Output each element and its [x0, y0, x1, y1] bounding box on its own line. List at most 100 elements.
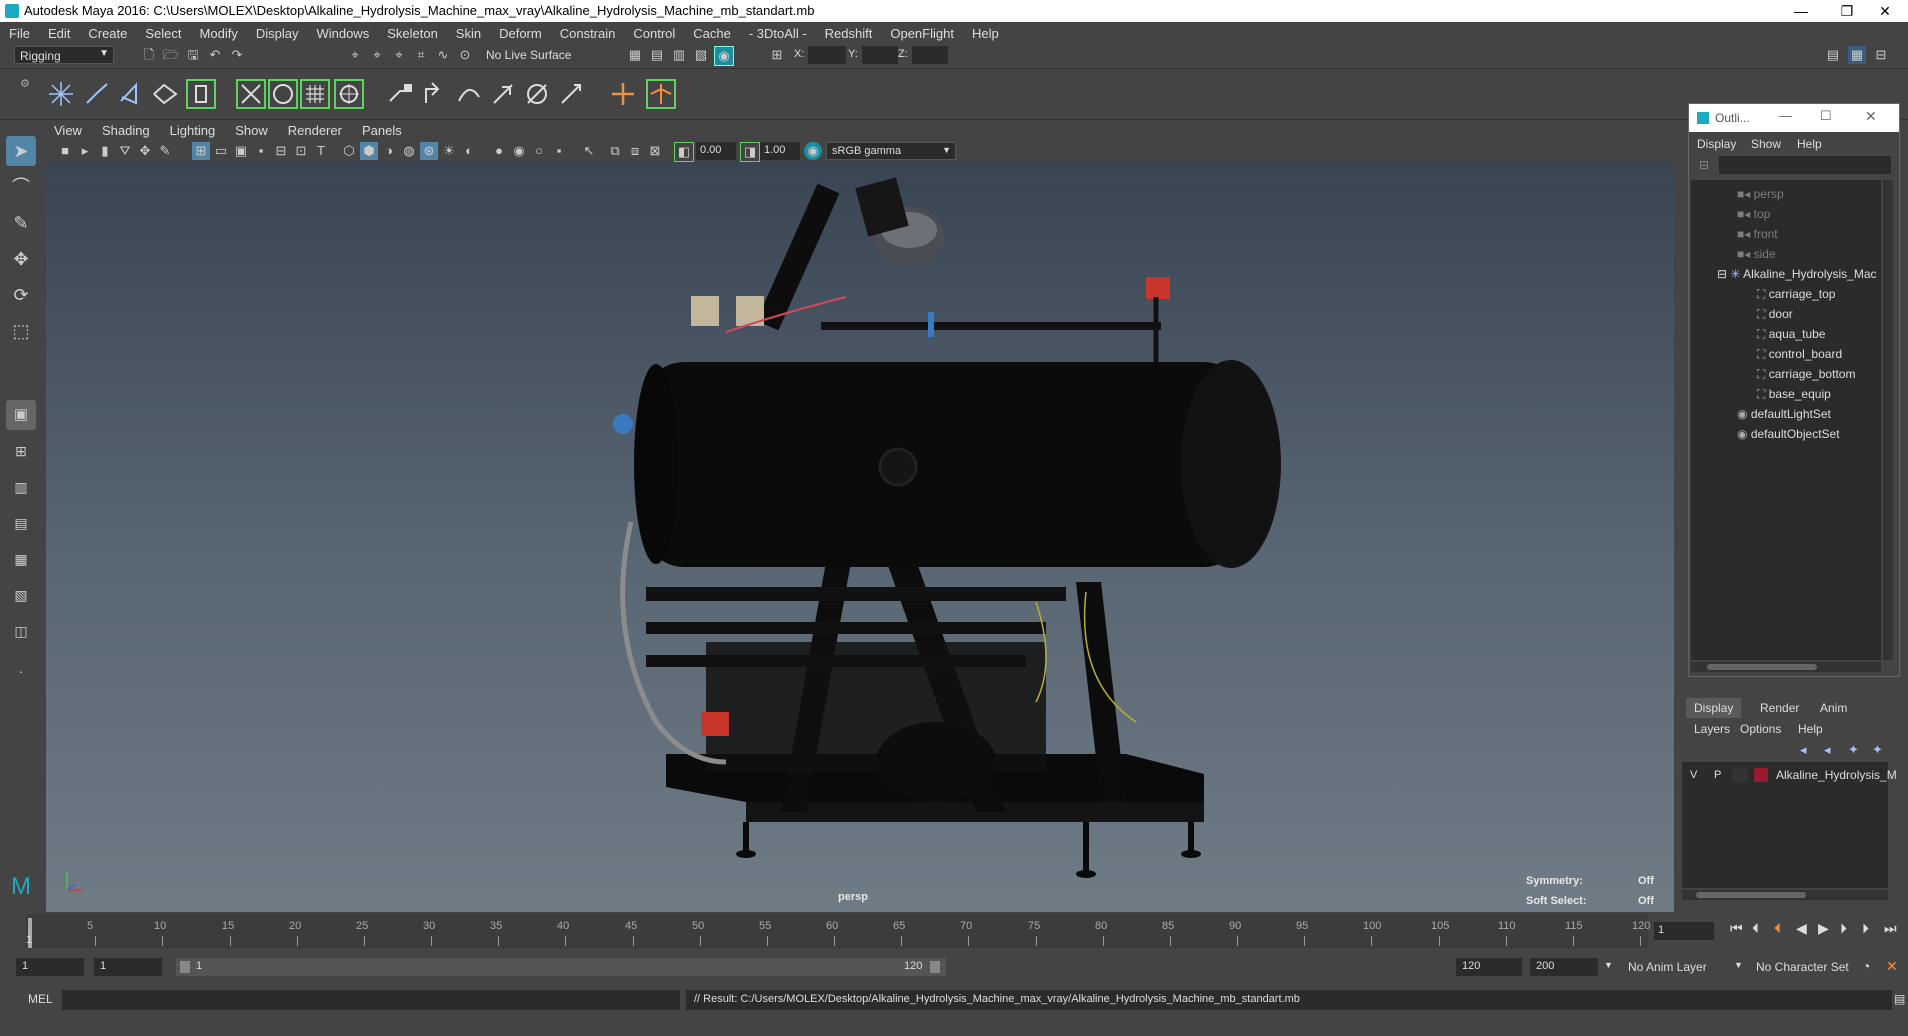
ik-spline-icon[interactable]: [116, 79, 146, 109]
channel-box-icon[interactable]: ⊟: [1872, 46, 1890, 64]
layer-tab-display[interactable]: Display: [1686, 698, 1742, 718]
menu-skin[interactable]: Skin: [447, 26, 490, 41]
viewport-menu-panels[interactable]: Panels: [352, 123, 412, 138]
select-object-icon[interactable]: ⌖: [368, 46, 386, 64]
auto-key-icon[interactable]: ◔: [1862, 958, 1870, 974]
exposure-field[interactable]: 0.00: [696, 142, 736, 160]
menu-modify[interactable]: Modify: [191, 26, 247, 41]
nonlinear-deformer-icon[interactable]: [268, 79, 298, 109]
close-button[interactable]: ✕: [1862, 0, 1908, 22]
playback-end-field[interactable]: 120: [1456, 958, 1522, 976]
camera-attributes-icon[interactable]: ▸: [76, 142, 94, 160]
insert-joint-icon[interactable]: [150, 79, 180, 109]
layer-menu-options[interactable]: Options: [1740, 722, 1781, 736]
safe-action-icon[interactable]: ⊡: [292, 142, 310, 160]
orient-constraint-icon[interactable]: [646, 79, 676, 109]
anim-layer-dropdown[interactable]: No Anim Layer: [1628, 960, 1707, 974]
snap-point-icon[interactable]: ⊙: [456, 46, 474, 64]
rotate-tool-icon[interactable]: ⟳: [6, 280, 36, 310]
layer-type-toggle[interactable]: [1732, 768, 1748, 782]
select-camera-icon[interactable]: ■: [56, 142, 74, 160]
step-back-key-icon[interactable]: ⏴: [1774, 920, 1781, 937]
time-slider[interactable]: 1 5 10 15 20 25 30 35 40 45 50 55 60 65 70 75 80 85 90 95 1…: [0, 912, 1908, 948]
image-plane-icon[interactable]: ⛛: [116, 142, 134, 160]
mode-dropdown[interactable]: Rigging ▼: [14, 46, 114, 64]
outliner-item[interactable]: ⛶ base_equip: [1691, 384, 1831, 404]
film-gate-icon[interactable]: ▭: [212, 142, 230, 160]
menu-windows[interactable]: Windows: [307, 26, 378, 41]
layer-playback-toggle[interactable]: P: [1714, 769, 1721, 781]
menu-3dtoall[interactable]: - 3DtoAll -: [740, 26, 816, 41]
paint-select-icon[interactable]: ✎: [6, 208, 36, 238]
command-input[interactable]: [62, 990, 680, 1010]
menu-constrain[interactable]: Constrain: [551, 26, 625, 41]
gamma-field[interactable]: 1.00: [760, 142, 800, 160]
chevron-down-icon[interactable]: ▼: [1604, 960, 1613, 970]
motion-blur-icon[interactable]: ●: [490, 142, 508, 160]
select-hierarchy-icon[interactable]: ⌖: [346, 46, 364, 64]
go-to-end-icon[interactable]: ⏭: [1884, 920, 1897, 937]
preferences-icon[interactable]: ✕: [1886, 958, 1898, 975]
time-slider-track[interactable]: 1 5 10 15 20 25 30 35 40 45 50 55 60 65 70 75 80 85 90 95 1…: [26, 914, 1650, 948]
menu-edit[interactable]: Edit: [39, 26, 79, 41]
menu-openflight[interactable]: OpenFlight: [881, 26, 963, 41]
menu-skeleton[interactable]: Skeleton: [378, 26, 447, 41]
resolution-gate-icon[interactable]: ▣: [232, 142, 250, 160]
color-management-icon[interactable]: ◉: [804, 142, 822, 160]
menu-redshift[interactable]: Redshift: [816, 26, 882, 41]
viewport-menu-renderer[interactable]: Renderer: [278, 123, 352, 138]
custom-layout-icon[interactable]: ◫: [6, 616, 36, 646]
scale-tool-icon[interactable]: ⬚: [6, 316, 36, 346]
snap-grid-icon[interactable]: ⌗: [412, 46, 430, 64]
outliner-item[interactable]: ■◂ front: [1691, 224, 1778, 244]
scrollbar-thumb[interactable]: [1696, 892, 1806, 898]
menu-select[interactable]: Select: [136, 26, 190, 41]
maximize-button[interactable]: ☐: [1820, 108, 1832, 124]
lasso-tool-icon[interactable]: ⌒: [6, 172, 36, 202]
multisample-icon[interactable]: ◉: [510, 142, 528, 160]
save-scene-icon[interactable]: 🖫: [184, 46, 202, 64]
step-forward-key-icon[interactable]: ⏵: [1840, 920, 1847, 937]
interactive-bind-icon[interactable]: [420, 79, 450, 109]
grid-icon[interactable]: ⊞: [192, 142, 210, 160]
layer-color-swatch[interactable]: [1754, 768, 1768, 782]
outliner-item[interactable]: ⛶ aqua_tube: [1691, 324, 1825, 344]
menu-help[interactable]: Help: [963, 26, 1008, 41]
move-tool-icon[interactable]: ✥: [6, 244, 36, 274]
backface-icon[interactable]: ⊠: [646, 142, 664, 160]
persp-hypershade-icon[interactable]: ▦: [6, 544, 36, 574]
render-view-icon[interactable]: ▦: [626, 46, 644, 64]
locator-icon[interactable]: [186, 79, 216, 109]
outliner-item[interactable]: ■◂ persp: [1691, 184, 1784, 204]
xray-components-icon[interactable]: ⧈: [626, 142, 644, 160]
viewport-menu-lighting[interactable]: Lighting: [160, 123, 226, 138]
xray-icon[interactable]: ↖: [580, 142, 598, 160]
layer-row[interactable]: V P Alkaline_Hydrolysis_M: [1682, 766, 1897, 786]
undo-icon[interactable]: ↶: [206, 46, 224, 64]
viewport-persp[interactable]: persp Symmetry: Off Soft Select: Off: [46, 162, 1674, 912]
minimize-button[interactable]: —: [1779, 108, 1792, 123]
copy-weights-icon[interactable]: [522, 79, 552, 109]
step-back-icon[interactable]: ⏴: [1752, 920, 1759, 937]
persp-outliner-icon[interactable]: ▥: [6, 472, 36, 502]
menu-cache[interactable]: Cache: [684, 26, 740, 41]
play-forward-icon[interactable]: ▶: [1818, 920, 1829, 937]
viewport-menu-shading[interactable]: Shading: [92, 123, 160, 138]
field-chart-icon[interactable]: ⊟: [272, 142, 290, 160]
outliner-item[interactable]: ◉ defaultLightSet: [1691, 404, 1831, 424]
layer-visibility-toggle[interactable]: V: [1690, 769, 1697, 781]
script-language-label[interactable]: MEL: [28, 992, 53, 1006]
end-time-field[interactable]: 200: [1530, 958, 1598, 976]
scrollbar-thumb[interactable]: [1707, 664, 1817, 670]
shadows-icon[interactable]: ☀: [440, 142, 458, 160]
isolate-select-icon[interactable]: ▪: [550, 142, 568, 160]
layer-name[interactable]: Alkaline_Hydrolysis_M: [1776, 768, 1897, 782]
range-handle-start[interactable]: [180, 961, 190, 973]
current-frame-field[interactable]: 1: [1654, 922, 1714, 940]
paint-weights-icon[interactable]: [454, 79, 484, 109]
textured-icon[interactable]: ◍: [400, 142, 418, 160]
play-backward-icon[interactable]: ◀: [1796, 920, 1807, 937]
xray-joints-icon[interactable]: ⧉: [606, 142, 624, 160]
grease-pencil-icon[interactable]: ✎: [156, 142, 174, 160]
shelf-options-icon[interactable]: ⚙: [20, 77, 30, 90]
